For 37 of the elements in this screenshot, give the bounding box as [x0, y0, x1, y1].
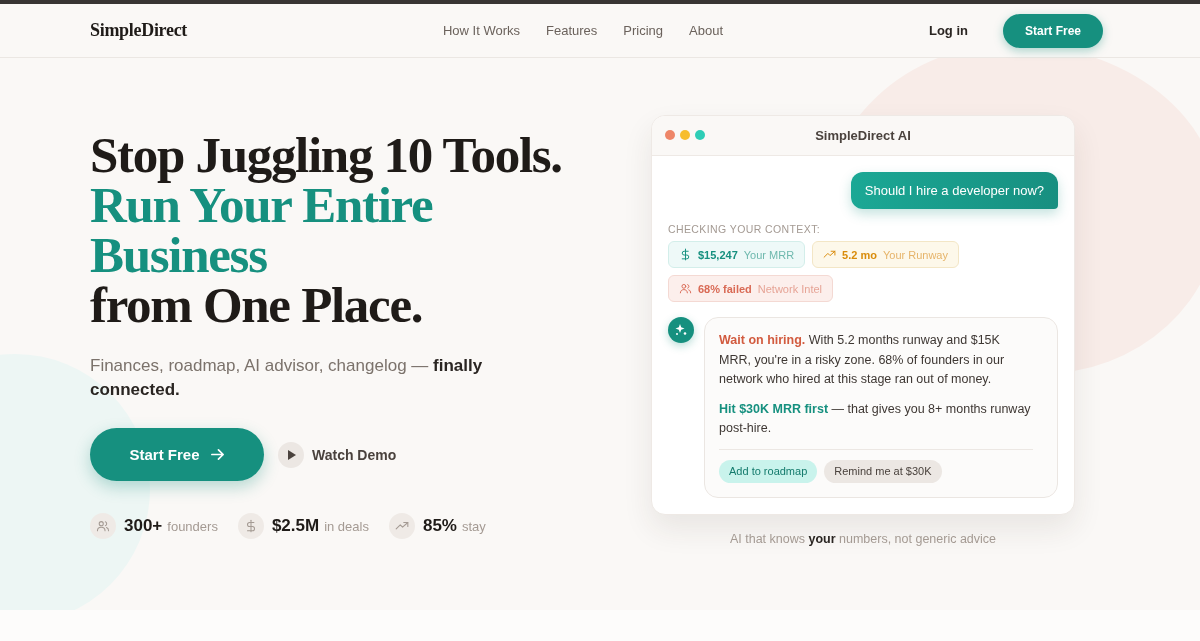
- trend-up-icon: [388, 513, 415, 539]
- play-icon: [278, 441, 304, 468]
- headline-line: Business: [90, 230, 267, 280]
- stat-label: founders: [167, 518, 218, 534]
- nav-link[interactable]: About: [689, 23, 724, 38]
- context-chip: 5.2 mo Your Runway: [812, 241, 959, 268]
- message-paragraph: Wait on hiring. With 5.2 months runway and $15K MRR, you're in a risky zone. 68% of founders in our network who hired at this stage ran out of money.: [719, 332, 1006, 388]
- site-logo[interactable]: SimpleDirect: [90, 20, 188, 41]
- context-chip: 68% failed Network Intel: [668, 275, 833, 302]
- message-paragraph: Hit $30K MRR first — that gives you 8+ months runway post-hire.: [719, 400, 1032, 437]
- nav-link[interactable]: Pricing: [623, 23, 664, 38]
- dollar-icon: [679, 248, 692, 261]
- sparkle-icon: [668, 317, 694, 343]
- window-title: SimpleDirect AI: [815, 128, 911, 143]
- add-to-roadmap-button[interactable]: Add to roadmap: [719, 459, 818, 483]
- start-free-button[interactable]: Start Free: [90, 428, 264, 481]
- reminder-button[interactable]: Remind me at $30K: [824, 459, 942, 483]
- dollar-icon: [237, 513, 264, 539]
- hero-subtitle: Finances, roadmap, AI advisor, changelog — finally connected.: [90, 355, 484, 401]
- user-message: Should I hire a developer now?: [850, 172, 1058, 209]
- stat-label: stay: [462, 518, 486, 534]
- trend-up-icon: [823, 248, 837, 261]
- context-label: CHECKING YOUR CONTEXT:: [668, 223, 822, 235]
- headline-line: from One Place.: [90, 280, 423, 330]
- nav-link[interactable]: How It Works: [442, 23, 520, 38]
- context-chip: $15,247 Your MRR: [668, 241, 806, 268]
- watch-demo-button[interactable]: Watch Demo: [278, 441, 397, 468]
- nav-link[interactable]: Features: [546, 23, 598, 38]
- stat-label: in deals: [324, 518, 369, 534]
- stat-value: 300+: [124, 516, 163, 536]
- start-free-button[interactable]: Start Free: [1002, 13, 1103, 48]
- login-link[interactable]: Log in: [928, 23, 968, 38]
- caption: AI that knows your numbers, not generic advice: [728, 531, 998, 546]
- arrow-right-icon: [209, 447, 225, 462]
- stat-value: $2.5M: [271, 516, 320, 536]
- stat-value: 85%: [422, 516, 457, 536]
- people-icon: [679, 282, 692, 295]
